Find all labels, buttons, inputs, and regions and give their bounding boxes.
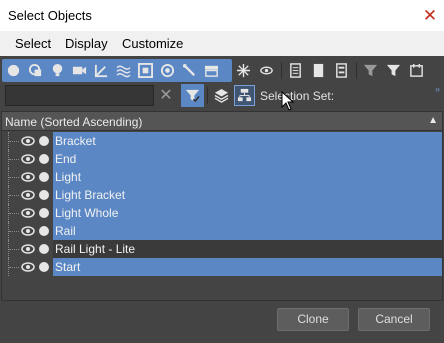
menu-display[interactable]: Display [65,36,108,51]
list-item[interactable]: Light [2,168,442,186]
item-name: Light [53,168,442,186]
item-name: Rail [53,222,442,240]
visibility-eye-icon[interactable] [21,225,35,237]
sort-ascending-icon: ▲ [428,115,438,126]
mouse-cursor-icon [281,91,295,111]
filter-row: ✕ Selection Set: » [0,84,444,110]
expand-icon[interactable]: » [435,84,440,94]
freeze-dot-icon[interactable] [39,190,49,200]
toggle-filter-button[interactable] [181,84,204,107]
item-name: Start [53,258,442,276]
display-none-icon[interactable] [309,61,328,80]
frame-icon[interactable] [407,61,426,80]
hierarchy-button[interactable] [234,85,255,106]
group-filter-icon[interactable] [136,61,155,80]
cameras-filter-icon[interactable] [70,61,89,80]
list-item[interactable]: Light Whole [2,204,442,222]
list-item[interactable]: Rail Light - Lite [2,240,442,258]
title-bar: Select Objects ✕ [0,0,444,31]
helpers-filter-icon[interactable] [92,61,111,80]
window-title: Select Objects [8,8,92,23]
display-all-icon[interactable] [286,61,305,80]
particle-filter-icon[interactable] [234,61,253,80]
item-name: Rail Light - Lite [53,240,442,258]
freeze-dot-icon[interactable] [39,154,49,164]
visibility-eye-icon[interactable] [21,171,35,183]
clone-button[interactable]: Clone [277,308,349,331]
freeze-dot-icon[interactable] [39,226,49,236]
search-input[interactable] [5,85,154,106]
tree-connector [8,204,20,222]
visibility-eye-icon[interactable] [21,243,35,255]
visibility-eye-icon[interactable] [21,261,35,273]
column-header-label: Name (Sorted Ascending) [5,115,143,129]
cancel-button[interactable]: Cancel [358,308,430,331]
close-button[interactable]: ✕ [416,0,444,31]
list-item[interactable]: Start [2,258,442,276]
funnel-icon[interactable] [384,61,403,80]
visibility-eye-icon[interactable] [21,135,35,147]
freeze-dot-icon[interactable] [39,244,49,254]
tree-connector [8,222,20,240]
tree-connector [8,186,20,204]
list-item[interactable]: End [2,150,442,168]
toolbar [0,56,444,84]
list-item[interactable]: Bracket [2,132,442,150]
column-header-name[interactable]: Name (Sorted Ascending) ▲ [2,112,442,131]
tree-connector [8,150,20,168]
tree-connector [8,168,20,186]
filter-options-icon[interactable] [361,61,380,80]
tree-connector [8,258,20,276]
freeze-dot-icon[interactable] [39,172,49,182]
geometry-filter-icon[interactable] [4,61,23,80]
type-filter-group [2,59,232,82]
menu-customize[interactable]: Customize [122,36,183,51]
funnel-check-icon [185,89,200,103]
spacewarps-filter-icon[interactable] [114,61,133,80]
tree-connector [8,240,20,258]
visibility-eye-icon[interactable] [21,153,35,165]
freeze-dot-icon[interactable] [39,262,49,272]
hierarchy-icon [237,88,252,102]
menu-select[interactable]: Select [15,36,51,51]
list-item[interactable]: Rail [2,222,442,240]
item-name: End [53,150,442,168]
item-name: Light Whole [53,204,442,222]
freeze-dot-icon[interactable] [39,136,49,146]
visibility-eye-icon[interactable] [21,189,35,201]
tree-connector [8,132,20,150]
visibility-eye-icon[interactable] [21,207,35,219]
layers-icon [214,88,229,103]
shapes-filter-icon[interactable] [26,61,45,80]
hidden-filter-icon[interactable] [257,61,276,80]
xref-filter-icon[interactable] [158,61,177,80]
lights-filter-icon[interactable] [48,61,67,80]
item-name: Bracket [53,132,442,150]
menu-bar: Select Display Customize [0,31,444,56]
selection-set-label: Selection Set: [260,89,335,103]
bone-filter-icon[interactable] [180,61,199,80]
layers-button[interactable] [211,85,232,106]
container-filter-icon[interactable] [202,61,221,80]
object-list: Name (Sorted Ascending) ▲ Bracket End Ligh… [1,111,443,301]
clear-filter-button[interactable]: ✕ [158,85,174,106]
invert-display-icon[interactable] [332,61,351,80]
freeze-dot-icon[interactable] [39,208,49,218]
list-item[interactable]: Light Bracket [2,186,442,204]
item-name: Light Bracket [53,186,442,204]
